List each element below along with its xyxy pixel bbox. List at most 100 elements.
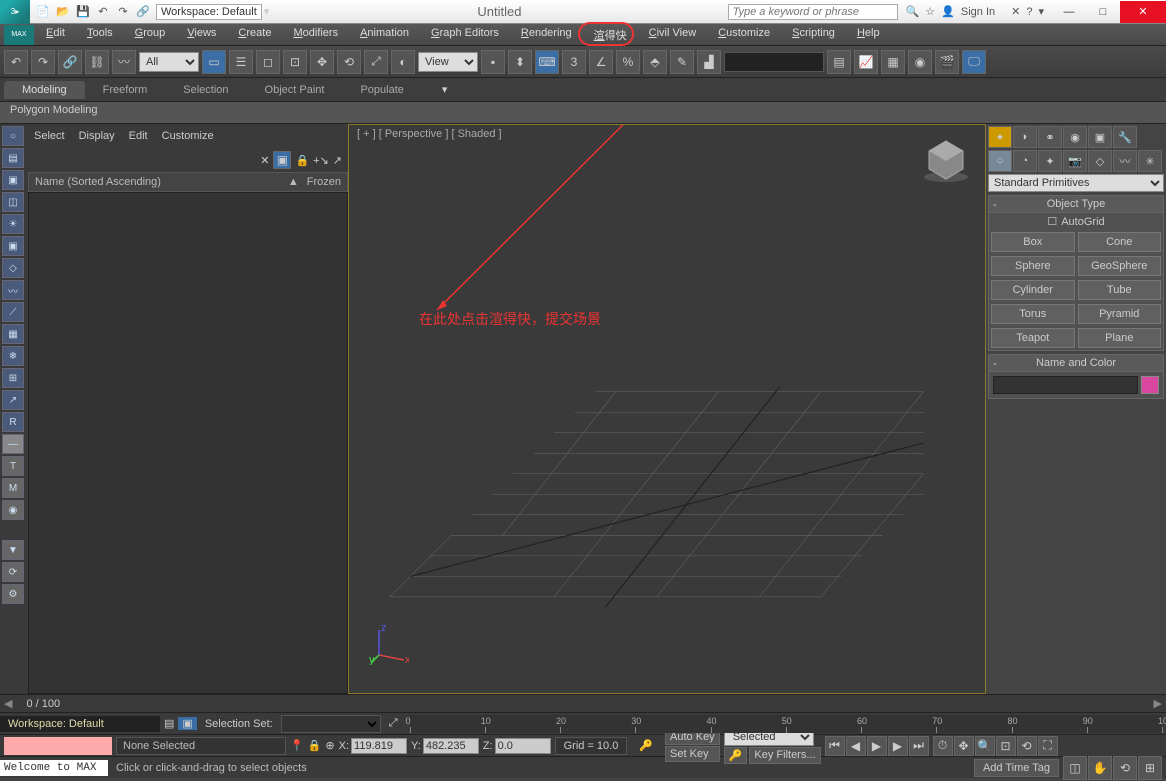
coord-mode-icon[interactable]: ⊕ bbox=[325, 739, 334, 752]
lights-icon[interactable]: ☀ bbox=[2, 214, 24, 234]
ribbon-tab-freeform[interactable]: Freeform bbox=[85, 81, 166, 99]
named-selection-input[interactable] bbox=[724, 52, 824, 72]
pyramid-button[interactable]: Pyramid bbox=[1078, 304, 1162, 324]
help-icon[interactable]: ? bbox=[1026, 6, 1032, 18]
new-icon[interactable]: 📄 bbox=[34, 3, 52, 21]
placement-button[interactable]: ◐ bbox=[391, 50, 415, 74]
selection-filter-dropdown[interactable]: All bbox=[139, 52, 199, 72]
dropdown-icon[interactable]: ▾ bbox=[1038, 5, 1044, 18]
scene-display-menu[interactable]: Display bbox=[79, 130, 115, 142]
mirror-button[interactable]: ▟ bbox=[697, 50, 721, 74]
render-button[interactable]: 🖵 bbox=[962, 50, 986, 74]
menu-tools[interactable]: Tools bbox=[77, 25, 123, 45]
scene-lock-icon[interactable]: 🔒 bbox=[295, 154, 309, 167]
search-input[interactable] bbox=[728, 4, 898, 20]
open-icon[interactable]: 📂 bbox=[54, 3, 72, 21]
nav1-icon[interactable]: ◫ bbox=[1063, 756, 1087, 780]
manipulate-button[interactable]: ⬍ bbox=[508, 50, 532, 74]
redo-button[interactable]: ↷ bbox=[31, 50, 55, 74]
collapse-icon[interactable]: - bbox=[993, 199, 997, 211]
scene-col-name[interactable]: Name (Sorted Ascending) bbox=[35, 176, 288, 188]
maximize-button[interactable]: □ bbox=[1086, 1, 1120, 23]
cameras-tab-icon[interactable]: 📷 bbox=[1063, 150, 1087, 172]
goto-start-icon[interactable]: ⏮ bbox=[825, 736, 845, 756]
lock-icon[interactable]: ⤢ bbox=[381, 717, 406, 730]
link-button[interactable]: 🔗 bbox=[58, 50, 82, 74]
hierarchy-tab-icon[interactable]: ⚭ bbox=[1038, 126, 1062, 148]
modifier-icon[interactable]: M bbox=[2, 478, 24, 498]
layer-button[interactable]: ▤ bbox=[827, 50, 851, 74]
curve-editor-button[interactable]: 📈 bbox=[854, 50, 878, 74]
unlink-button[interactable]: ⛓ bbox=[85, 50, 109, 74]
scene-remove-icon[interactable]: ↗ bbox=[333, 154, 342, 167]
pivot-button[interactable]: ▪ bbox=[481, 50, 505, 74]
scene-list[interactable] bbox=[28, 192, 348, 694]
named-sel-button[interactable]: ✎ bbox=[670, 50, 694, 74]
box-button[interactable]: Box bbox=[991, 232, 1075, 252]
user-icon[interactable]: 👤 bbox=[941, 5, 955, 18]
window-crossing-button[interactable]: ⊡ bbox=[283, 50, 307, 74]
script-btn[interactable] bbox=[4, 737, 112, 755]
prev-frame-icon[interactable]: ◀ bbox=[846, 736, 866, 756]
scene-customize-menu[interactable]: Customize bbox=[162, 130, 214, 142]
geosphere-button[interactable]: GeoSphere bbox=[1078, 256, 1162, 276]
plane-button[interactable]: Plane bbox=[1078, 328, 1162, 348]
systems-tab-icon[interactable]: ✳ bbox=[1138, 150, 1162, 172]
category-dropdown[interactable]: Standard Primitives bbox=[988, 174, 1164, 192]
create-tab-icon[interactable]: ✦ bbox=[988, 126, 1012, 148]
group-icon[interactable]: ⊞ bbox=[2, 368, 24, 388]
ribbon-expand-icon[interactable]: ▾ bbox=[442, 83, 448, 96]
menu-scripting[interactable]: Scripting bbox=[782, 25, 845, 45]
viewcube-icon[interactable] bbox=[921, 135, 971, 185]
pin-icon[interactable]: 📍 bbox=[290, 739, 304, 752]
lights-tab-icon[interactable]: ✦ bbox=[1038, 150, 1062, 172]
time-config-icon[interactable]: ⏱ bbox=[933, 736, 953, 756]
filter-icon[interactable]: ▼ bbox=[2, 540, 24, 560]
menu-modifiers[interactable]: Modifiers bbox=[283, 25, 348, 45]
next-frame-icon[interactable]: ▶ bbox=[888, 736, 908, 756]
camera-icon[interactable]: ▣ bbox=[2, 236, 24, 256]
add-time-tag-button[interactable]: Add Time Tag bbox=[974, 759, 1059, 777]
bone-icon[interactable]: ⟋ bbox=[2, 302, 24, 322]
redo-icon[interactable]: ↷ bbox=[114, 3, 132, 21]
pan-icon[interactable]: ✥ bbox=[954, 736, 974, 756]
light-icon[interactable]: ◉ bbox=[2, 500, 24, 520]
x-input[interactable] bbox=[351, 738, 407, 754]
scene-view-icon[interactable]: ▣ bbox=[273, 151, 291, 169]
utilities-tab-icon[interactable]: 🔧 bbox=[1113, 126, 1137, 148]
snap-button[interactable]: 3 bbox=[562, 50, 586, 74]
open-icon[interactable]: ▣ bbox=[2, 170, 24, 190]
select-object-button[interactable]: ▭ bbox=[202, 50, 226, 74]
zoom-icon[interactable]: 🔍 bbox=[975, 736, 995, 756]
container-icon[interactable]: ▦ bbox=[2, 324, 24, 344]
select-name-button[interactable]: ☰ bbox=[229, 50, 253, 74]
cube-icon[interactable]: ◫ bbox=[2, 192, 24, 212]
angle-snap-button[interactable]: ∠ bbox=[589, 50, 613, 74]
bind-button[interactable]: 〰 bbox=[112, 50, 136, 74]
helper-icon[interactable]: ◇ bbox=[2, 258, 24, 278]
layer-icon[interactable]: ▤ bbox=[160, 717, 178, 730]
menu-help[interactable]: Help bbox=[847, 25, 890, 45]
space-warp-icon[interactable]: 〰 bbox=[2, 280, 24, 300]
ref-coord-dropdown[interactable]: View bbox=[418, 52, 478, 72]
menu-edit[interactable]: Edit bbox=[36, 25, 75, 45]
z-input[interactable] bbox=[495, 738, 551, 754]
ribbon-sub-panel[interactable]: Polygon Modeling bbox=[0, 102, 1166, 124]
rotate-button[interactable]: ⟲ bbox=[337, 50, 361, 74]
ribbon-tab-populate[interactable]: Populate bbox=[342, 81, 421, 99]
menu-graph-editors[interactable]: Graph Editors bbox=[421, 25, 509, 45]
time-ruler[interactable]: 0102030405060708090100 bbox=[410, 715, 1163, 733]
autogrid-checkbox[interactable]: ☐AutoGrid bbox=[989, 213, 1163, 230]
max-logo-icon[interactable]: MAX bbox=[4, 25, 34, 45]
nav3-icon[interactable]: ⟲ bbox=[1113, 756, 1137, 780]
save-icon[interactable]: 💾 bbox=[74, 3, 92, 21]
workspace-arrow-icon[interactable]: ▾ bbox=[262, 5, 272, 18]
render-setup-button[interactable]: 🎬 bbox=[935, 50, 959, 74]
menu-group[interactable]: Group bbox=[125, 25, 176, 45]
viewport[interactable]: [ + ] [ Perspective ] [ Shaded ] bbox=[348, 124, 986, 694]
link-icon[interactable]: 🔗 bbox=[134, 3, 152, 21]
goto-end-icon[interactable]: ⏭ bbox=[909, 736, 929, 756]
motion-tab-icon[interactable]: ◉ bbox=[1063, 126, 1087, 148]
scale-button[interactable]: ⤢ bbox=[364, 50, 388, 74]
binoculars-icon[interactable]: 🔍 bbox=[906, 5, 920, 18]
